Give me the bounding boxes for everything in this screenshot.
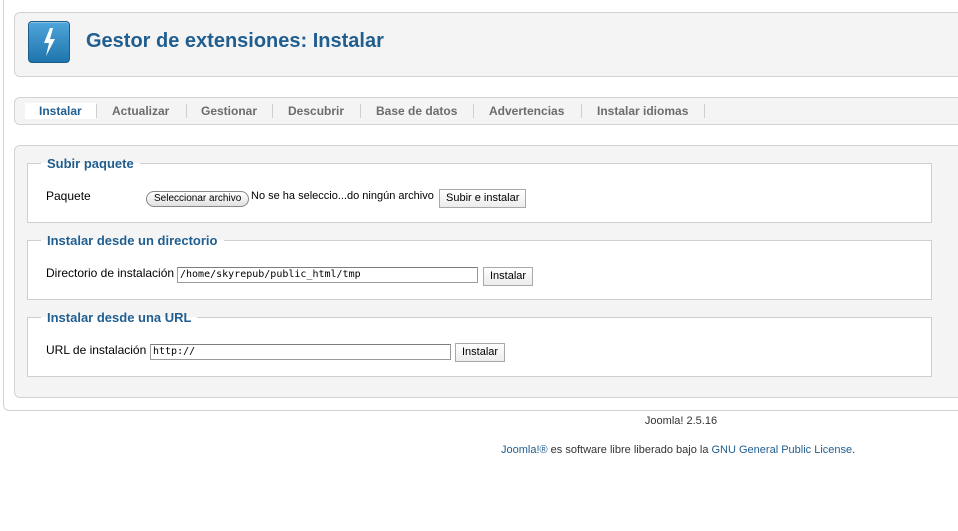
tab-actualizar[interactable]: Actualizar xyxy=(112,104,169,118)
joomla-link[interactable]: Joomla!® xyxy=(501,444,548,456)
tab-separator xyxy=(704,104,705,118)
tab-separator xyxy=(581,104,582,118)
install-url-input[interactable]: http:// xyxy=(150,344,451,360)
footer-license: Joomla!® es software libre liberado bajo… xyxy=(501,444,855,456)
license-text: es software libre liberado bajo la xyxy=(547,444,712,456)
install-directory-label: Directorio de instalación xyxy=(46,266,175,280)
directory-install-legend: Instalar desde un directorio xyxy=(47,233,218,248)
version-text: Joomla! 2.5.16 xyxy=(644,415,718,427)
page-title: Gestor de extensiones: Instalar xyxy=(86,30,384,52)
install-directory-input[interactable]: /home/skyrepub/public_html/tmp xyxy=(177,267,478,283)
tab-instalar[interactable]: Instalar xyxy=(25,103,96,119)
tab-instalar-idiomas[interactable]: Instalar idiomas xyxy=(597,104,688,118)
tab-descubrir[interactable]: Descubrir xyxy=(288,104,344,118)
tab-gestionar[interactable]: Gestionar xyxy=(201,104,257,118)
upload-package-legend: Subir paquete xyxy=(47,156,134,171)
lightning-bolt-icon xyxy=(28,21,70,63)
upload-package-fieldset: Subir paquete Paquete Seleccionar archiv… xyxy=(27,156,932,223)
upload-install-button[interactable]: Subir e instalar xyxy=(439,189,527,208)
install-url-label: URL de instalación xyxy=(46,343,147,357)
file-status-text: No se ha seleccio...do ningún archivo xyxy=(251,190,434,202)
tab-separator xyxy=(272,104,273,118)
directory-install-fieldset: Instalar desde un directorio Directorio … xyxy=(27,233,932,300)
url-install-fieldset: Instalar desde una URL URL de instalació… xyxy=(27,310,932,377)
page-header: Gestor de extensiones: Instalar xyxy=(14,12,958,77)
url-install-button[interactable]: Instalar xyxy=(455,343,506,362)
tab-advertencias[interactable]: Advertencias xyxy=(489,104,564,118)
gpl-license-link[interactable]: GNU General Public License xyxy=(712,444,853,456)
package-label: Paquete xyxy=(46,189,91,203)
tab-separator xyxy=(473,104,474,118)
directory-install-button[interactable]: Instalar xyxy=(483,267,534,286)
url-install-legend: Instalar desde una URL xyxy=(47,310,192,325)
tab-separator xyxy=(360,104,361,118)
tab-separator xyxy=(186,104,187,118)
tab-base-de-datos[interactable]: Base de datos xyxy=(376,104,457,118)
submenu-tabs: Instalar Actualizar Gestionar Descubrir … xyxy=(14,97,958,125)
tab-separator xyxy=(96,104,97,118)
footer-period: . xyxy=(852,444,856,456)
choose-file-button[interactable]: Seleccionar archivo xyxy=(146,191,250,207)
install-panel: Subir paquete Paquete Seleccionar archiv… xyxy=(14,145,958,398)
